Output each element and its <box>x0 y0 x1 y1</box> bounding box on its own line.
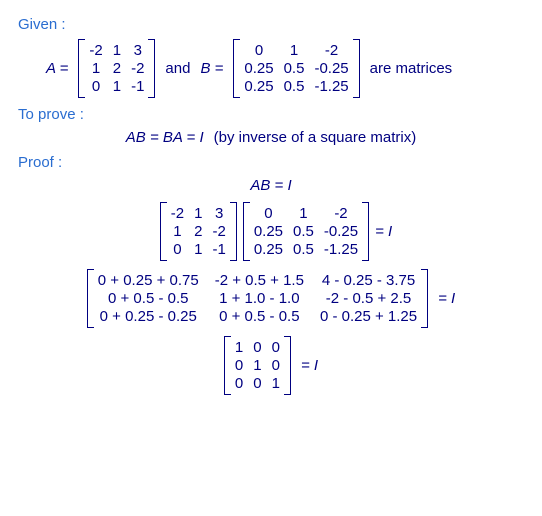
bracket-right <box>230 202 237 261</box>
cell: -0.25 <box>314 60 348 77</box>
bracket-right <box>421 269 428 328</box>
product-row: -213 12-2 01-1 01-2 0.250.5-0.25 0.250.5… <box>18 202 524 261</box>
ab-equals-i: AB = I <box>250 177 291 194</box>
cell: 1 <box>235 339 243 356</box>
heading-to-prove: To prove : <box>18 106 524 123</box>
expanded-row: 0 + 0.25 + 0.75 -2 + 0.5 + 1.5 4 - 0.25 - … <box>18 269 524 328</box>
identity-row: 100 010 001 = I <box>18 336 524 395</box>
cell: 0.5 <box>284 78 305 95</box>
cell: -2 + 0.5 + 1.5 <box>215 272 304 289</box>
cell: 2 <box>194 223 202 240</box>
matrix-b-cells: 01 -2 0.25 0.5 -0.25 0.25 0.5 -1.25 <box>240 39 352 98</box>
bracket-right <box>353 39 360 98</box>
equals-i-3: = I <box>301 357 318 374</box>
label-a-equals: A = <box>46 60 68 77</box>
label-are-matrices: are matrices <box>370 60 453 77</box>
cell: 0.5 <box>293 223 314 240</box>
cell: -2 <box>89 42 102 59</box>
equals-i-2: = I <box>438 290 455 307</box>
matrix-identity-cells: 100 010 001 <box>231 336 284 395</box>
cell: 3 <box>212 205 225 222</box>
matrix-a-cells: -213 12-2 01-1 <box>85 39 148 98</box>
cell: 0.25 <box>244 78 273 95</box>
cell: 1 <box>253 357 261 374</box>
cell: 1 <box>113 42 121 59</box>
cell: 0 <box>272 339 280 356</box>
cell: 1 <box>284 42 305 59</box>
bracket-right <box>362 202 369 261</box>
matrix-b-copy: 01 -2 0.25 0.5 -0.25 0.25 0.5 -1.25 <box>243 202 369 261</box>
cell: 0 <box>235 375 243 392</box>
matrix-expanded-cells: 0 + 0.25 + 0.75 -2 + 0.5 + 1.5 4 - 0.25 - … <box>94 269 421 328</box>
cell: -0.25 <box>324 223 358 240</box>
ab-equals-i-row: AB = I <box>18 177 524 194</box>
cell: -1 <box>212 241 225 258</box>
cell: 0.25 <box>254 223 283 240</box>
cell: 2 <box>113 60 121 77</box>
to-prove-row: AB = BA = I (by inverse of a square matr… <box>18 129 524 146</box>
cell: 1 <box>293 205 314 222</box>
bracket-left <box>87 269 94 328</box>
heading-given: Given : <box>18 16 524 33</box>
cell: -1.25 <box>314 78 348 95</box>
equals-i-1: = I <box>375 223 392 240</box>
prove-equation: AB = BA = I <box>126 129 204 146</box>
cell: 0 <box>253 375 261 392</box>
cell: -2 <box>212 223 225 240</box>
cell: 1 <box>171 223 184 240</box>
matrix-a: -213 12-2 01-1 <box>78 39 155 98</box>
cell: 0.25 <box>254 241 283 258</box>
label-b-equals: B = <box>200 60 223 77</box>
cell: 0.5 <box>293 241 314 258</box>
label-and: and <box>165 60 190 77</box>
cell: 0 <box>254 205 283 222</box>
cell: -1.25 <box>324 241 358 258</box>
cell: -2 <box>324 205 358 222</box>
cell: 1 <box>194 241 202 258</box>
cell: 0 <box>253 339 261 356</box>
cell: 0 <box>171 241 184 258</box>
matrix-identity: 100 010 001 <box>224 336 291 395</box>
matrix-expanded: 0 + 0.25 + 0.75 -2 + 0.5 + 1.5 4 - 0.25 - … <box>87 269 428 328</box>
cell: 0 + 0.5 - 0.5 <box>98 290 199 307</box>
matrix-b-copy-cells: 01 -2 0.25 0.5 -0.25 0.25 0.5 -1.25 <box>250 202 362 261</box>
cell: 0 + 0.5 - 0.5 <box>215 308 304 325</box>
bracket-left <box>243 202 250 261</box>
cell: 0 <box>244 42 273 59</box>
cell: -2 <box>171 205 184 222</box>
cell: 0 - 0.25 + 1.25 <box>320 308 417 325</box>
cell: 0 <box>235 357 243 374</box>
given-equation-row: A = -213 12-2 01-1 and B = 01-2 0.250.5-… <box>46 39 524 98</box>
matrix-b: 01 -2 0.25 0.5 -0.25 0.25 0.5 -1.25 <box>233 39 359 98</box>
cell: 1 <box>89 60 102 77</box>
bracket-left <box>160 202 167 261</box>
cell: -2 - 0.5 + 2.5 <box>320 290 417 307</box>
bracket-right <box>148 39 155 98</box>
bracket-right <box>284 336 291 395</box>
prove-note: (by inverse of a square matrix) <box>214 129 417 146</box>
cell: -2 <box>314 42 348 59</box>
matrix-a-copy: -213 12-2 01-1 <box>160 202 237 261</box>
cell: 0 <box>89 78 102 95</box>
bracket-left <box>78 39 85 98</box>
bracket-left <box>224 336 231 395</box>
matrix-a-copy-cells: -213 12-2 01-1 <box>167 202 230 261</box>
cell: -1 <box>131 78 144 95</box>
cell: 0.25 <box>244 60 273 77</box>
cell: 0 <box>272 357 280 374</box>
cell: 1 + 1.0 - 1.0 <box>215 290 304 307</box>
cell: 1 <box>113 78 121 95</box>
bracket-left <box>233 39 240 98</box>
cell: -2 <box>131 60 144 77</box>
cell: 1 <box>194 205 202 222</box>
cell: 0.5 <box>284 60 305 77</box>
heading-proof: Proof : <box>18 154 524 171</box>
cell: 0 + 0.25 + 0.75 <box>98 272 199 289</box>
cell: 4 - 0.25 - 3.75 <box>320 272 417 289</box>
cell: 1 <box>272 375 280 392</box>
cell: 0 + 0.25 - 0.25 <box>98 308 199 325</box>
cell: 3 <box>131 42 144 59</box>
